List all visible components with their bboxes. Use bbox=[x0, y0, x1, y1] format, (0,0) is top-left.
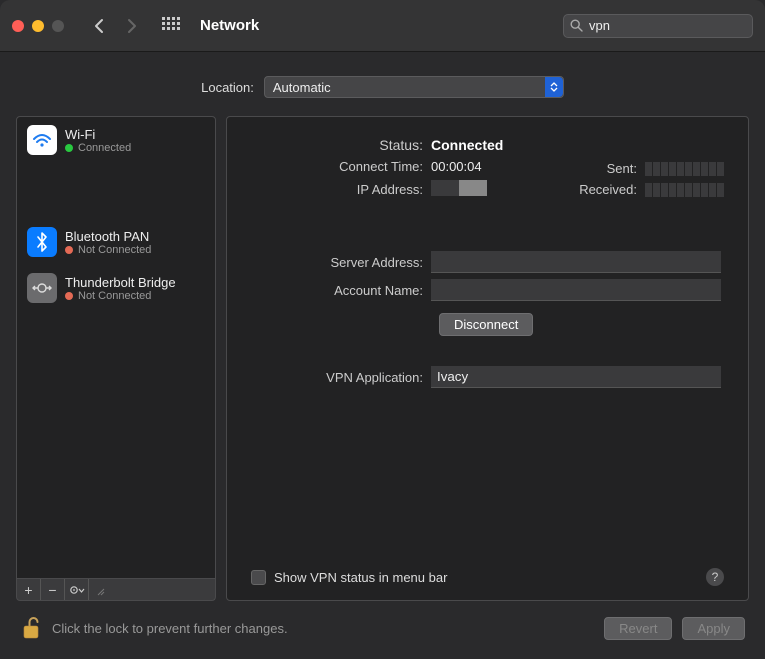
sidebar-item-label: Wi-Fi bbox=[65, 127, 131, 142]
detail-panel: Status: Connected Connect Time: 00:00:04… bbox=[226, 116, 749, 601]
sidebar-item-status: Not Connected bbox=[78, 244, 151, 256]
location-value: Automatic bbox=[273, 80, 331, 95]
page-title: Network bbox=[200, 17, 259, 34]
minimize-window-button[interactable] bbox=[32, 20, 44, 32]
location-label: Location: bbox=[201, 80, 254, 95]
add-service-button[interactable]: + bbox=[17, 579, 41, 600]
sidebar-item-status: Not Connected bbox=[78, 290, 151, 302]
service-actions-menu[interactable] bbox=[65, 579, 89, 600]
lock-icon[interactable] bbox=[20, 615, 42, 641]
sidebar-item-bluetooth-pan[interactable]: Bluetooth PAN Not Connected bbox=[17, 219, 215, 265]
sent-label: Sent: bbox=[575, 161, 637, 176]
connect-time-value: 00:00:04 bbox=[431, 159, 482, 174]
search-field[interactable] bbox=[563, 14, 753, 38]
lock-text: Click the lock to prevent further change… bbox=[52, 621, 288, 636]
sidebar-footer: + − bbox=[16, 579, 216, 601]
bluetooth-icon bbox=[27, 227, 57, 257]
traffic-stats: Sent: Received: bbox=[575, 161, 724, 197]
wifi-icon bbox=[27, 125, 57, 155]
revert-button[interactable]: Revert bbox=[604, 617, 672, 640]
account-name-input[interactable] bbox=[431, 279, 721, 301]
search-input[interactable] bbox=[583, 18, 765, 33]
sidebar-item-thunderbolt-bridge[interactable]: Thunderbolt Bridge Not Connected bbox=[17, 265, 215, 311]
sent-meter bbox=[645, 162, 724, 176]
help-button[interactable]: ? bbox=[706, 568, 724, 586]
status-dot-icon bbox=[65, 292, 73, 300]
ip-address-label: IP Address: bbox=[251, 182, 431, 197]
show-all-icon[interactable] bbox=[162, 17, 180, 35]
sidebar: Wi-Fi Connected Bluetooth PAN bbox=[16, 116, 216, 601]
select-arrows-icon bbox=[545, 77, 563, 97]
account-name-label: Account Name: bbox=[251, 283, 431, 298]
status-dot-icon bbox=[65, 246, 73, 254]
show-vpn-status-checkbox[interactable] bbox=[251, 570, 266, 585]
titlebar: Network bbox=[0, 0, 765, 52]
close-window-button[interactable] bbox=[12, 20, 24, 32]
thunderbolt-bridge-icon bbox=[27, 273, 57, 303]
sidebar-item-label: Bluetooth PAN bbox=[65, 229, 151, 244]
search-icon bbox=[570, 19, 583, 32]
connect-time-label: Connect Time: bbox=[251, 159, 431, 174]
received-label: Received: bbox=[575, 182, 637, 197]
server-address-label: Server Address: bbox=[251, 255, 431, 270]
status-dot-icon bbox=[65, 144, 73, 152]
network-prefs-window: Network Location: Automatic bbox=[0, 0, 765, 659]
ip-address-value bbox=[431, 180, 487, 199]
sidebar-item-wifi[interactable]: Wi-Fi Connected bbox=[17, 117, 215, 163]
vpn-application-input[interactable] bbox=[431, 366, 721, 388]
vpn-application-label: VPN Application: bbox=[251, 370, 431, 385]
sidebar-item-status: Connected bbox=[78, 142, 131, 154]
server-address-input[interactable] bbox=[431, 251, 721, 273]
back-button[interactable] bbox=[88, 12, 110, 40]
location-row: Location: Automatic bbox=[0, 52, 765, 116]
window-controls bbox=[12, 20, 64, 32]
apply-button[interactable]: Apply bbox=[682, 617, 745, 640]
forward-button[interactable] bbox=[120, 12, 142, 40]
sidebar-item-label: Thunderbolt Bridge bbox=[65, 275, 176, 290]
footer: Click the lock to prevent further change… bbox=[0, 601, 765, 659]
network-list: Wi-Fi Connected Bluetooth PAN bbox=[16, 116, 216, 579]
drag-handle-icon bbox=[89, 579, 113, 600]
status-label: Status: bbox=[251, 137, 431, 153]
disconnect-button[interactable]: Disconnect bbox=[439, 313, 533, 336]
remove-service-button[interactable]: − bbox=[41, 579, 65, 600]
status-value: Connected bbox=[431, 137, 503, 153]
received-meter bbox=[645, 183, 724, 197]
zoom-window-button[interactable] bbox=[52, 20, 64, 32]
show-vpn-status-label: Show VPN status in menu bar bbox=[274, 570, 447, 585]
location-select[interactable]: Automatic bbox=[264, 76, 564, 98]
